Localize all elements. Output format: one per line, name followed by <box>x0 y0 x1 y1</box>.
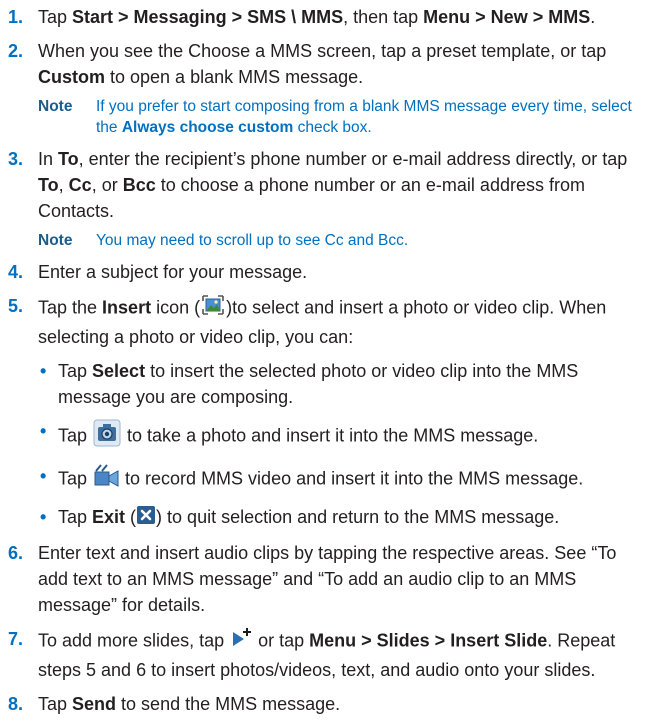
note: Note You may need to scroll up to see Cc… <box>38 230 648 251</box>
bullet-dot: • <box>40 507 47 527</box>
step-number: 6. <box>8 542 24 563</box>
text-run: icon ( <box>151 297 201 318</box>
ui-path: Menu > Slides > Insert Slide <box>309 630 548 650</box>
video-camera-icon <box>92 463 120 496</box>
text-run: Tap <box>58 507 93 527</box>
ui-path: Start > Messaging > SMS \ MMS <box>72 7 344 27</box>
bullet-item-video: • Tap to record MMS video and insert it i… <box>38 463 648 496</box>
exit-x-icon <box>136 505 156 532</box>
text-run: Tap <box>58 361 93 381</box>
insert-slide-icon <box>229 626 253 657</box>
step-number: 4. <box>8 262 24 282</box>
ui-path: Menu > New > MMS <box>423 7 591 27</box>
bullet-dot: • <box>40 466 47 486</box>
bullet-item-camera: • Tap to take a photo and insert it into … <box>38 418 648 455</box>
step-number: 3. <box>8 149 24 169</box>
bullet-item-select: • Tap Select to insert the selected photo… <box>38 358 648 410</box>
step-text: Tap Send to send the MMS message. <box>38 691 648 717</box>
step-text: To add more slides, tap or tap Menu > Sl… <box>38 626 648 683</box>
text-run: When you see the Choose a MMS screen, ta… <box>38 41 607 61</box>
step-text: Tap the Insert icon ()to select and inse… <box>38 293 648 350</box>
text-run: to send the MMS message. <box>116 693 341 714</box>
bullet-dot: • <box>40 421 47 441</box>
steps-list: 1. Tap Start > Messaging > SMS \ MMS, th… <box>8 4 648 725</box>
ui-term: Insert <box>102 297 152 318</box>
step-6: 6. Enter text and insert audio clips by … <box>8 540 648 618</box>
step-number: 7. <box>8 628 24 649</box>
ui-term: To <box>38 175 59 195</box>
bullet-item-exit: • Tap Exit ( ) to quit selection and retur… <box>38 504 648 532</box>
ui-term: Custom <box>38 67 105 87</box>
bullet-list: • Tap Select to insert the selected photo… <box>38 358 648 532</box>
text-run: . <box>590 7 596 27</box>
text-run: , or <box>91 175 123 195</box>
note: Note If you prefer to start composing fr… <box>38 96 648 138</box>
text-run: Tap <box>38 7 73 27</box>
step-number: 5. <box>8 296 24 316</box>
step-4: 4. Enter a subject for your message. <box>8 259 648 285</box>
step-1: 1. Tap Start > Messaging > SMS \ MMS, th… <box>8 4 648 30</box>
note-label: Note <box>38 232 73 249</box>
text-run: Tap <box>38 693 73 714</box>
step-text: Enter a subject for your message. <box>38 262 308 282</box>
insert-media-icon <box>200 293 226 324</box>
note-text: You may need to scroll up to see Cc and … <box>96 232 409 249</box>
text-run: , <box>58 175 69 195</box>
ui-term: Exit <box>92 507 126 527</box>
text-run: Tap the <box>38 297 103 318</box>
step-number: 8. <box>8 693 24 714</box>
note-text: check box. <box>293 119 372 136</box>
text-run: or tap <box>253 630 310 650</box>
text-run: to record MMS video and insert it into t… <box>120 468 584 489</box>
text-run: In <box>38 149 59 169</box>
manual-page: 1. Tap Start > Messaging > SMS \ MMS, th… <box>0 0 654 723</box>
camera-icon <box>92 418 122 455</box>
step-text: When you see the Choose a MMS screen, ta… <box>38 38 648 90</box>
ui-term: Bcc <box>122 175 156 195</box>
text-run: To add more slides, tap <box>38 630 230 650</box>
ui-term: Select <box>92 361 146 381</box>
step-3: 3. In To, enter the recipient’s phone nu… <box>8 146 648 251</box>
text-run: to take a photo and insert it into the M… <box>122 425 539 446</box>
text-run: , then tap <box>343 7 424 27</box>
ui-term: Send <box>72 693 117 714</box>
text-run: Tap <box>58 468 93 489</box>
step-text: Tap Start > Messaging > SMS \ MMS, then … <box>38 4 648 30</box>
step-number: 1. <box>8 7 24 27</box>
ui-term: Cc <box>68 175 92 195</box>
ui-term: Always choose custom <box>121 119 294 136</box>
step-5: 5. Tap the Insert icon ()to select and i… <box>8 293 648 532</box>
step-number: 2. <box>8 41 24 61</box>
step-text: In To, enter the recipient’s phone numbe… <box>38 146 648 224</box>
text-run: , enter the recipient’s phone number or … <box>78 149 628 169</box>
step-text: Enter text and insert audio clips by tap… <box>38 542 617 615</box>
step-8: 8. Tap Send to send the MMS message. <box>8 691 648 717</box>
note-label: Note <box>38 98 73 115</box>
text-run: ) to quit selection and return to the MM… <box>156 507 560 527</box>
text-run: to open a blank MMS message. <box>105 67 364 87</box>
text-run: Tap <box>58 425 93 446</box>
text-run: ( <box>125 507 137 527</box>
bullet-dot: • <box>40 361 47 381</box>
ui-term: To <box>58 149 79 169</box>
step-2: 2. When you see the Choose a MMS screen,… <box>8 38 648 138</box>
step-7: 7. To add more slides, tap or tap Menu >… <box>8 626 648 683</box>
